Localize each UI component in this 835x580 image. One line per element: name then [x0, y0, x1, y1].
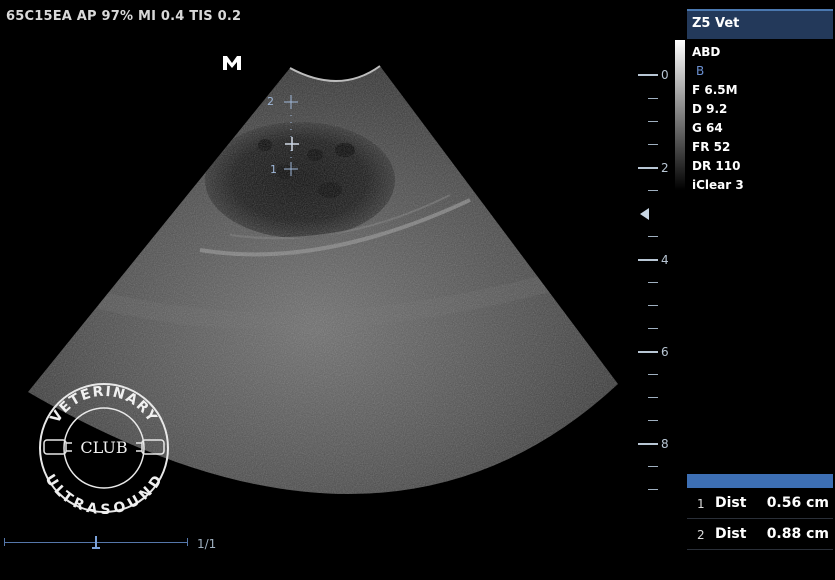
- depth-tick: [648, 305, 658, 306]
- svg-text:ULTRASOUND: ULTRASOUND: [42, 472, 167, 514]
- cine-start-cap: [4, 538, 5, 546]
- depth-label-2: 2: [661, 161, 669, 175]
- param-mode: B: [696, 64, 705, 78]
- depth-label-4: 4: [661, 253, 669, 267]
- measurement-label: Dist: [715, 526, 747, 542]
- depth-tick: [648, 282, 658, 283]
- measurement-panel: 1 Dist 0.56 cm 2 Dist 0.88 cm: [687, 488, 833, 550]
- depth-tick-major: [638, 351, 658, 353]
- cine-end-cap: [187, 538, 188, 546]
- measurement-index: 1: [697, 497, 705, 511]
- param-frequency: F 6.5M: [692, 83, 738, 97]
- depth-tick: [648, 420, 658, 421]
- caliper-dotted-line: [290, 108, 292, 164]
- param-iclear: iClear 3: [692, 178, 744, 192]
- measurement-row[interactable]: 1 Dist 0.56 cm: [687, 488, 833, 519]
- depth-tick-major: [638, 167, 658, 169]
- measurement-label: Dist: [715, 495, 747, 511]
- depth-tick: [648, 374, 658, 375]
- probe-header: Z5 Vet: [687, 9, 833, 39]
- svg-text:VETERINARY: VETERINARY: [48, 384, 161, 426]
- orientation-marker-icon: [221, 53, 243, 73]
- focus-marker-icon[interactable]: [640, 208, 649, 220]
- ultrasound-screen: 65C15EA AP 97% MI 0.4 TIS 0.2 2 1 0 2 4 …: [0, 0, 835, 580]
- depth-tick: [648, 121, 658, 122]
- depth-tick: [648, 397, 658, 398]
- depth-label-8: 8: [661, 437, 669, 451]
- depth-scale: 0 2 4 6 8: [630, 60, 670, 510]
- param-dynamic-range: DR 110: [692, 159, 741, 173]
- depth-tick: [648, 98, 658, 99]
- depth-tick: [648, 489, 658, 490]
- svg-text:CLUB: CLUB: [80, 438, 127, 457]
- depth-tick: [648, 466, 658, 467]
- cine-slider[interactable]: [4, 536, 188, 550]
- measurement-value: 0.88 cm: [766, 526, 829, 542]
- measurement-panel-header: [687, 474, 833, 488]
- param-frame-rate: FR 52: [692, 140, 731, 154]
- param-depth: D 9.2: [692, 102, 728, 116]
- caliper-cross-1[interactable]: [284, 162, 298, 176]
- measurement-row[interactable]: 2 Dist 0.88 cm: [687, 519, 833, 550]
- depth-tick-major: [638, 259, 658, 261]
- cine-handle-icon[interactable]: [92, 536, 100, 550]
- depth-tick-major: [638, 74, 658, 76]
- depth-label-6: 6: [661, 345, 669, 359]
- depth-tick: [648, 190, 658, 191]
- cine-frame-counter: 1/1: [197, 537, 217, 551]
- depth-tick: [648, 236, 658, 237]
- measurement-value: 0.56 cm: [766, 495, 829, 511]
- depth-tick: [648, 144, 658, 145]
- caliper-label-2: 2: [267, 95, 274, 108]
- veterinary-ultrasound-club-logo: VETERINARY ULTRASOUND CLUB: [39, 383, 169, 514]
- probe-name: Z5 Vet: [692, 16, 740, 31]
- param-gain: G 64: [692, 121, 723, 135]
- depth-label-0: 0: [661, 68, 669, 82]
- acquisition-header: 65C15EA AP 97% MI 0.4 TIS 0.2: [6, 9, 242, 24]
- imaging-parameters: ABD B F 6.5M D 9.2 G 64 FR 52 DR 110 iCl…: [692, 43, 744, 195]
- caliper-label-1: 1: [270, 163, 277, 176]
- param-preset: ABD: [692, 45, 721, 59]
- caliper-cross-2[interactable]: [284, 95, 298, 109]
- grayscale-bar: [675, 40, 685, 190]
- measurement-index: 2: [697, 528, 705, 542]
- depth-tick: [648, 328, 658, 329]
- depth-tick-major: [638, 443, 658, 445]
